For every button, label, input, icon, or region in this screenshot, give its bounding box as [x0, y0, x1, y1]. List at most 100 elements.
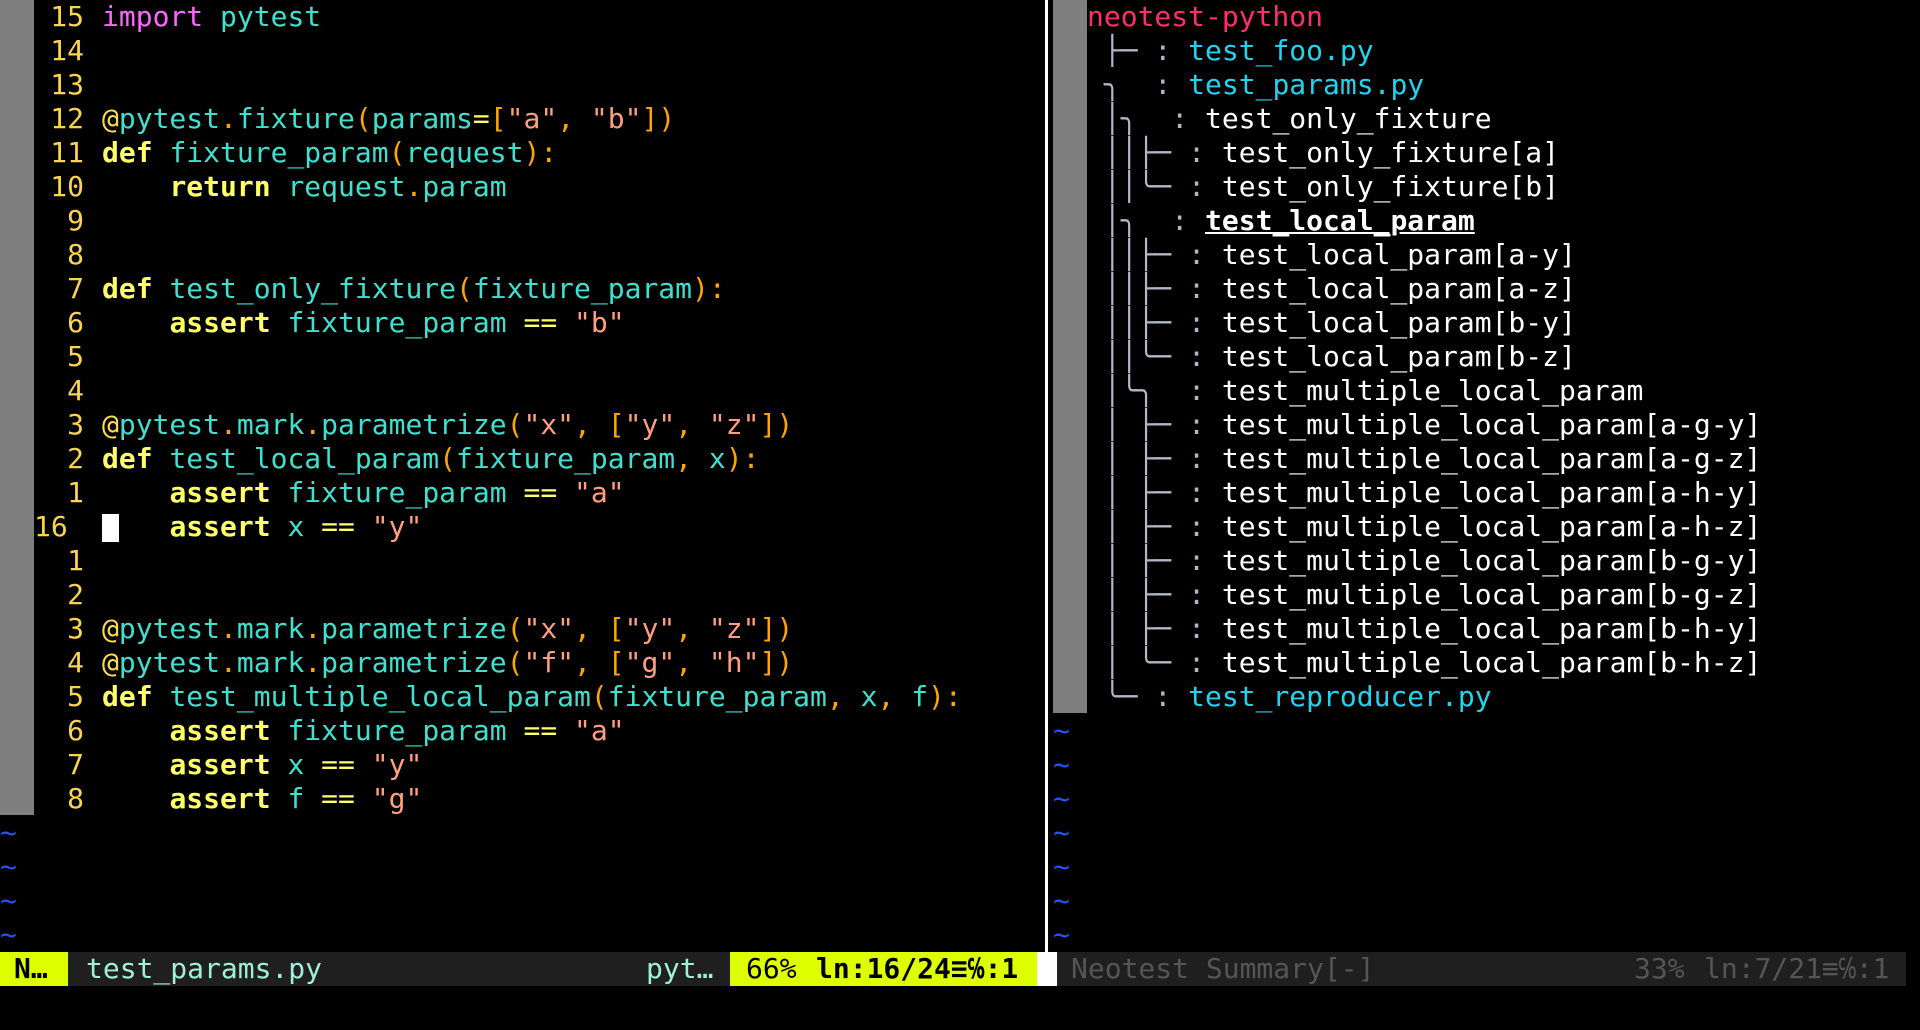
code-text[interactable]: @pytest.mark.parametrize("f", ["g", "h"]… [102, 646, 793, 680]
tree-test-node[interactable]: │ ├─ : test_multiple_local_param[a-g-z] [1087, 442, 1761, 476]
code-token: == [523, 476, 558, 509]
tree-node-label[interactable]: test_multiple_local_param[b-h-y] [1222, 612, 1761, 645]
tree-test-node[interactable]: │╮ : test_only_fixture [1087, 102, 1492, 136]
code-text[interactable]: assert fixture_param == "a" [102, 714, 624, 748]
tree-node-label[interactable]: test_local_param [1205, 204, 1475, 237]
tree-branch-glyph: │╮ : [1087, 204, 1206, 237]
tree-file-node[interactable]: ╮ : test_params.py [1087, 68, 1424, 102]
code-text[interactable]: @pytest.mark.parametrize("x", ["y", "z"]… [102, 612, 793, 646]
code-text[interactable]: def fixture_param(request): [102, 136, 557, 170]
code-token: ( [388, 136, 406, 169]
code-text[interactable]: import pytest [102, 0, 321, 34]
tree-test-node[interactable]: │ ├─ : test_multiple_local_param[b-g-z] [1087, 578, 1761, 612]
code-token: pytest [118, 408, 221, 441]
window-separator[interactable] [1045, 0, 1049, 952]
code-text[interactable]: assert f == "g" [102, 782, 422, 816]
tree-test-node[interactable]: │ ╰─ : test_multiple_local_param[b-h-z] [1087, 646, 1761, 680]
code-token: fixture_param [287, 306, 507, 339]
tree-test-node[interactable]: ││├─ : test_local_param[a-y] [1087, 238, 1576, 272]
tree-node-label[interactable]: test_only_fixture [1205, 102, 1492, 135]
tree-node-label[interactable]: test_local_param[a-z] [1222, 272, 1576, 305]
tree-node-label[interactable]: test_multiple_local_param[a-h-y] [1222, 476, 1761, 509]
code-text[interactable]: assert x == "y" [102, 510, 422, 544]
code-token: "y" [371, 510, 423, 543]
tree-node-label[interactable]: test_local_param[b-y] [1222, 306, 1576, 339]
tree-node-label[interactable]: test_reproducer.py [1188, 680, 1491, 713]
tree-node-label[interactable]: test_multiple_local_param[b-g-z] [1222, 578, 1761, 611]
tree-branch-glyph: ╮ : [1087, 68, 1189, 101]
tree-test-node[interactable]: │ ├─ : test_multiple_local_param[a-g-y] [1087, 408, 1761, 442]
tree-file-node[interactable]: ├─ : test_foo.py [1087, 34, 1374, 68]
tree-branch-glyph: ││├─ : [1087, 306, 1222, 339]
code-token: pytest [220, 0, 322, 33]
tree-test-node[interactable]: │ ├─ : test_multiple_local_param[a-h-z] [1087, 510, 1761, 544]
tree-node-label[interactable]: test_multiple_local_param [1222, 374, 1643, 407]
tree-test-node[interactable]: ││├─ : test_local_param[b-y] [1087, 306, 1576, 340]
tree-test-node[interactable]: ││├─ : test_local_param[a-z] [1087, 272, 1576, 306]
tilde-marker: ~ [1053, 816, 1070, 849]
tree-test-node[interactable]: │ ├─ : test_multiple_local_param[a-h-y] [1087, 476, 1761, 510]
code-token: ): [692, 272, 726, 305]
code-text[interactable]: return request.param [102, 170, 506, 204]
code-token: fixture [236, 102, 355, 135]
code-text[interactable]: @pytest.fixture(params=["a", "b"]) [102, 102, 675, 136]
statusline-cursor-position: ln:16/24≡℅:1 [816, 952, 1019, 985]
tree-node-label[interactable]: test_only_fixture[b] [1222, 170, 1559, 203]
code-text[interactable]: assert x == "y" [102, 748, 422, 782]
line-number: 2 [67, 578, 84, 611]
tree-root[interactable]: neotest-python [1087, 0, 1323, 34]
tree-node-label[interactable]: test_params.py [1188, 68, 1424, 101]
tree-test-node[interactable]: │╰╮ : test_multiple_local_param [1087, 374, 1643, 408]
tree-test-node[interactable]: ││╰─ : test_local_param[b-z] [1087, 340, 1576, 374]
tilde-marker: ~ [1053, 850, 1070, 883]
tree-test-node[interactable]: │ ├─ : test_multiple_local_param[b-h-y] [1087, 612, 1761, 646]
code-text[interactable]: @pytest.mark.parametrize("x", ["y", "z"]… [102, 408, 793, 442]
line-number: 3 [67, 612, 84, 645]
tree-branch-glyph: ╰─ : [1087, 680, 1189, 713]
code-text[interactable]: def test_local_param(fixture_param, x): [102, 442, 759, 476]
neotest-summary-pane[interactable]: neotest-python ├─ : test_foo.py ╮ : test… [1053, 0, 1920, 952]
code-text[interactable]: def test_only_fixture(fixture_param): [102, 272, 726, 306]
editor-pane[interactable]: 15 import pytest 14 13 12 @pytest.fixture(par… [0, 0, 1045, 952]
code-token: "y" [371, 748, 423, 781]
tree-node-label[interactable]: test_local_param[a-y] [1222, 238, 1576, 271]
tree-node-label[interactable]: test_foo.py [1188, 34, 1373, 67]
tree-node-label[interactable]: test_multiple_local_param[a-g-z] [1222, 442, 1761, 475]
tilde-marker: ~ [1053, 782, 1070, 815]
tree-node-label[interactable]: test_multiple_local_param[a-h-z] [1222, 510, 1761, 543]
code-text[interactable]: assert fixture_param == "b" [102, 306, 624, 340]
tree-node-label[interactable]: test_multiple_local_param[b-h-z] [1222, 646, 1761, 679]
tree-branch-glyph: │ ├─ : [1087, 612, 1222, 645]
code-token: . [220, 102, 237, 135]
tilde-marker: ~ [1053, 884, 1070, 917]
tree-test-node[interactable]: │ ├─ : test_multiple_local_param[b-g-y] [1087, 544, 1761, 578]
code-token: x [287, 510, 305, 543]
tree-node-label[interactable]: test_multiple_local_param[a-g-y] [1222, 408, 1761, 441]
code-token: , [675, 408, 709, 441]
tree-test-node[interactable]: │╮ : test_local_param [1087, 204, 1475, 238]
code-token: . [220, 408, 237, 441]
tree-node-label[interactable]: test_only_fixture[a] [1222, 136, 1559, 169]
code-text[interactable]: def test_multiple_local_param(fixture_pa… [102, 680, 962, 714]
tree-test-node[interactable]: ││╰─ : test_only_fixture[b] [1087, 170, 1559, 204]
tree-node-label[interactable]: test_local_param[b-z] [1222, 340, 1576, 373]
code-token: ): [725, 442, 760, 475]
tree-file-node[interactable]: ╰─ : test_reproducer.py [1087, 680, 1492, 714]
code-token: def [102, 442, 153, 475]
code-token: == [321, 510, 355, 543]
code-text[interactable]: assert fixture_param == "a" [102, 476, 624, 510]
tree-node-label[interactable]: neotest-python [1087, 0, 1323, 33]
tree-test-node[interactable]: ││├─ : test_only_fixture[a] [1087, 136, 1559, 170]
tree-node-label[interactable]: test_multiple_local_param[b-g-y] [1222, 544, 1761, 577]
statusline-percent: 66% [746, 952, 797, 985]
code-token: ( [354, 102, 372, 135]
tree-branch-glyph: │ ├─ : [1087, 408, 1222, 441]
